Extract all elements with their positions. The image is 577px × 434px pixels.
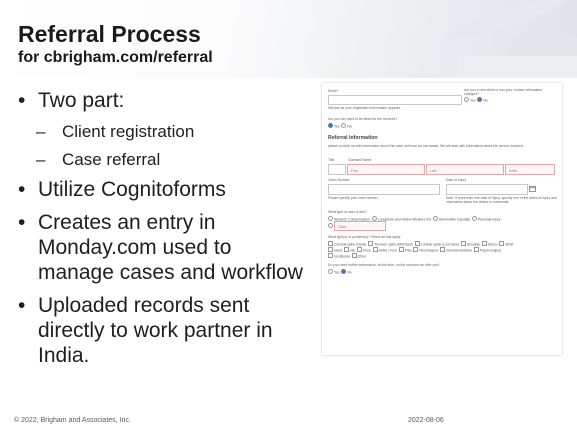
radio-no-label: No	[347, 124, 352, 129]
slide: Referral Process for cbrigham.com/referr…	[0, 0, 577, 434]
radio-no[interactable]	[477, 97, 483, 102]
bullet-item: • Creates an entry in Monday.com used to …	[18, 210, 313, 285]
slide-title: Referral Process	[18, 21, 201, 47]
checkbox[interactable]	[328, 253, 333, 258]
further-info-options: Yes No	[328, 269, 352, 275]
bullet-glyph: •	[18, 211, 26, 234]
radio-yes[interactable]	[328, 123, 333, 128]
radio-no[interactable]	[341, 123, 347, 128]
title-select[interactable]	[328, 164, 346, 175]
checkbox[interactable]	[499, 241, 505, 246]
dash-glyph: –	[36, 150, 46, 169]
section-title: Referral Information	[328, 135, 378, 141]
other-case-field[interactable]: Other	[334, 221, 386, 231]
bullet-item: • Utilize Cognitoforms	[18, 177, 313, 202]
radio-yes-label: Yes	[334, 124, 340, 129]
problem-options-row-1: Cervical spine (Neck) Thoracic spine (Mi…	[328, 241, 513, 247]
problem-options-row-3: Vocational Other	[328, 253, 366, 259]
checkbox[interactable]	[328, 241, 333, 246]
new-client-options: Yes No	[464, 97, 488, 103]
date-hint: Note: If more than one date of injury, s…	[446, 196, 557, 204]
calendar-icon[interactable]	[529, 185, 536, 192]
sub-bullet-text: Client registration	[62, 122, 195, 141]
title-label: Title	[328, 158, 335, 162]
claim-hint: Please specify your case number.	[328, 196, 379, 200]
bullet-list: • Two part: – Client registration – Case re…	[18, 88, 313, 376]
claimant-label: Claimant Name	[348, 158, 372, 162]
radio-no[interactable]	[341, 269, 347, 274]
billed-options: Yes No	[328, 123, 352, 129]
dash-glyph: –	[36, 122, 46, 141]
suffix-field[interactable]: Suffix	[505, 164, 555, 175]
checkbox[interactable]	[356, 247, 362, 252]
bullet-text: Uploaded records sent directly to work p…	[38, 294, 273, 367]
radio-yes[interactable]	[328, 269, 333, 274]
first-name-field[interactable]: First	[347, 164, 425, 175]
form-screenshot: Email * Will ask as your registration in…	[322, 83, 562, 355]
banner-decoration	[449, 0, 577, 78]
checkbox[interactable]	[351, 253, 357, 258]
checkbox[interactable]	[482, 241, 488, 246]
title-banner: Referral Process for cbrigham.com/referr…	[0, 0, 577, 78]
claim-number-field[interactable]	[328, 184, 440, 195]
checkbox[interactable]	[460, 241, 466, 246]
bullet-text: Creates an entry in Monday.com used to m…	[38, 211, 303, 284]
date-label: Date of Injury	[446, 178, 467, 182]
radio-option[interactable]	[328, 223, 333, 228]
radio-no-label: No	[483, 98, 488, 103]
radio-option[interactable]	[328, 216, 333, 221]
date-of-injury-field[interactable]	[446, 184, 528, 195]
further-info-question: Do you need further information, at this…	[328, 263, 440, 267]
checkbox[interactable]	[413, 247, 419, 252]
edit-note: Will ask as your registration informatio…	[328, 106, 401, 110]
radio-option[interactable]	[471, 216, 477, 221]
email-field[interactable]	[328, 95, 462, 105]
bullet-glyph: •	[18, 89, 26, 112]
bullet-glyph: •	[18, 178, 26, 201]
bullet-item: • Two part:	[18, 88, 313, 113]
sub-bullet-item: – Client registration	[18, 121, 313, 142]
checkbox[interactable]	[328, 247, 333, 252]
checkbox[interactable]	[344, 247, 349, 252]
radio-yes-label: Yes	[470, 98, 476, 103]
radio-yes-label: Yes	[334, 270, 340, 275]
checkbox[interactable]	[368, 241, 374, 246]
checkbox[interactable]	[372, 247, 378, 252]
bullet-text: Two part:	[38, 89, 125, 112]
section-description: please provide us with information about…	[328, 144, 524, 148]
radio-yes[interactable]	[464, 97, 469, 102]
radio-option[interactable]	[432, 216, 438, 221]
checkbox[interactable]	[414, 241, 420, 246]
email-label: Email *	[328, 89, 339, 93]
footer-date: 2022-08-06	[408, 417, 444, 424]
slide-subtitle: for cbrigham.com/referral	[18, 49, 213, 66]
last-name-field[interactable]: Last	[426, 164, 504, 175]
checkbox[interactable]	[440, 247, 446, 252]
billed-question: Are you the client to be billed for the …	[328, 117, 398, 121]
new-client-question: Are you a new client or has your contact…	[464, 88, 543, 96]
sub-bullet-item: – Case referral	[18, 149, 313, 170]
radio-no-label: No	[347, 270, 352, 275]
problem-options-row-2: Hand Hip Knee Ankle / Foot Pain Neurolog…	[328, 247, 501, 253]
checkbox[interactable]	[473, 247, 479, 252]
bullet-item: • Uploaded records sent directly to work …	[18, 293, 313, 368]
checkbox[interactable]	[398, 247, 404, 252]
footer-copyright: © 2022, Brigham and Associates, Inc.	[14, 417, 131, 424]
problems-question: What type(s) of problem(s)? Select all t…	[328, 235, 402, 239]
case-type-question: What type of case is this?	[328, 210, 367, 214]
sub-bullet-text: Case referral	[62, 150, 161, 169]
claim-number-label: Claim Number	[328, 178, 350, 182]
bullet-glyph: •	[18, 294, 26, 317]
bullet-text: Utilize Cognitoforms	[38, 178, 226, 201]
